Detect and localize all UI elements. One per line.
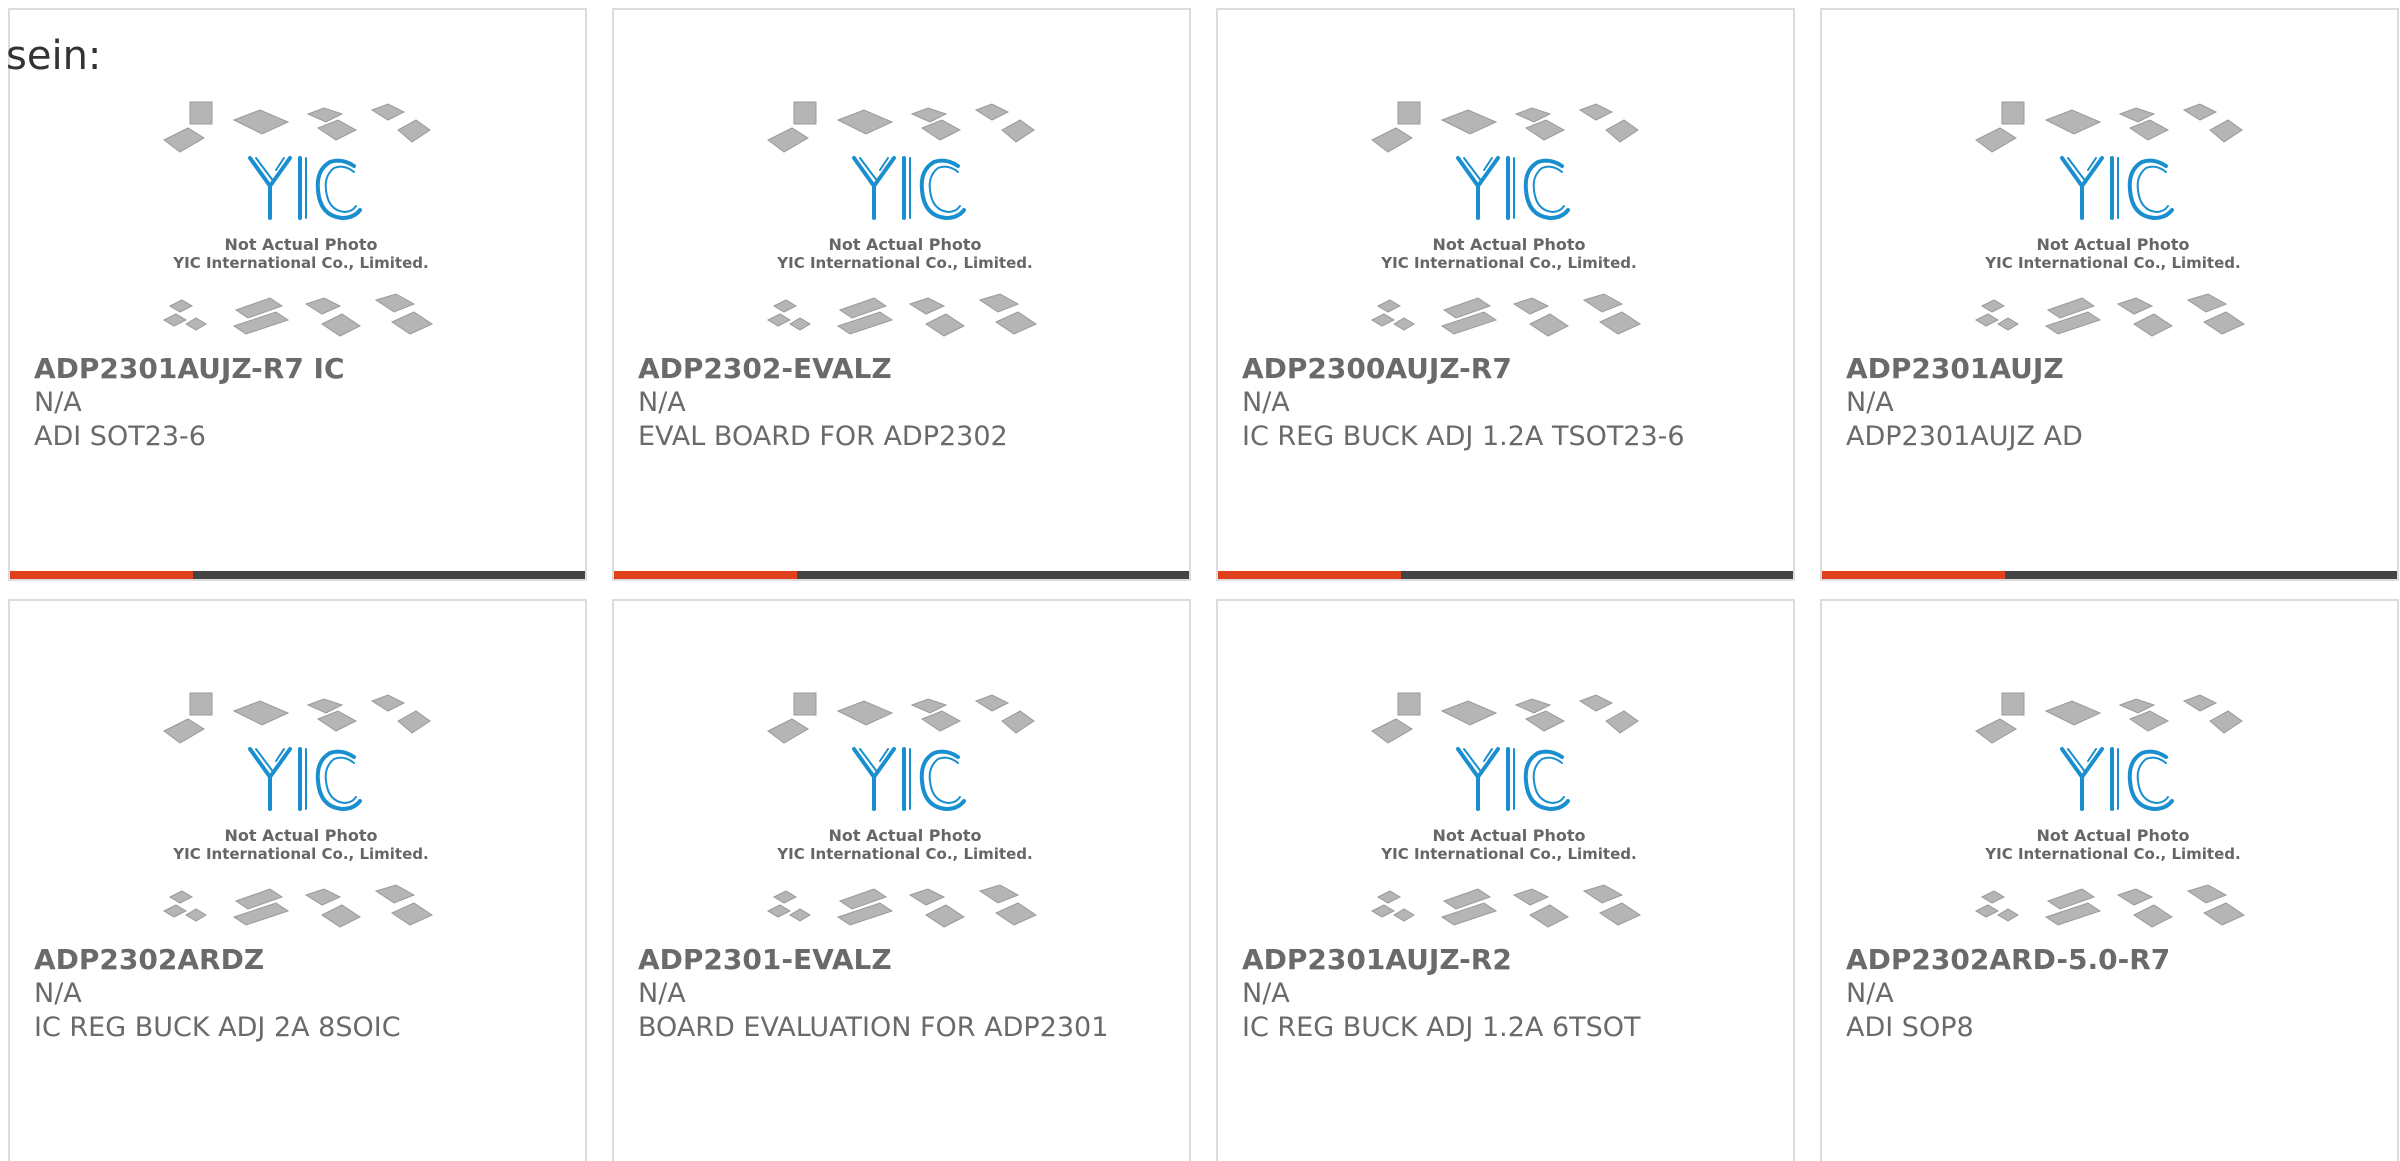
not-actual-photo-image: Not Actual Photo YIC International Co., … (1370, 692, 1642, 928)
photo-caption-line1: Not Actual Photo (2036, 826, 2189, 845)
not-actual-photo-image: Not Actual Photo YIC International Co., … (766, 692, 1038, 928)
product-photo[interactable]: Not Actual Photo YIC International Co., … (160, 100, 442, 350)
not-actual-photo-image: Not Actual Photo YIC International Co., … (1370, 101, 1642, 337)
product-info: ADP2301AUJZ-R2 N/A IC REG BUCK ADJ 1.2A … (1242, 943, 1772, 1045)
product-card[interactable]: Not Actual Photo YIC International Co., … (8, 599, 587, 1161)
description: IC REG BUCK ADJ 1.2A 6TSOT (1242, 1012, 1641, 1043)
part-number[interactable]: ADP2301-EVALZ (638, 943, 1168, 977)
product-card[interactable]: Not Actual Photo YIC International Co., … (612, 8, 1191, 581)
card-bottom-bar (1822, 571, 2397, 579)
card-accent-bar (1822, 571, 2005, 579)
product-card[interactable]: Not Actual Photo YIC International Co., … (1820, 599, 2399, 1161)
manufacturer: N/A (638, 978, 686, 1009)
product-info: ADP2302ARDZ N/A IC REG BUCK ADJ 2A 8SOIC (34, 943, 564, 1045)
manufacturer: N/A (1846, 387, 1894, 418)
manufacturer: N/A (34, 387, 82, 418)
card-accent-bar (614, 571, 797, 579)
photo-caption-line2: YIC International Co., Limited. (172, 254, 428, 272)
part-number[interactable]: ADP2301AUJZ (1846, 352, 2376, 386)
description: ADI SOP8 (1846, 1012, 1974, 1043)
not-actual-photo-image: Not Actual Photo YIC International Co., … (162, 692, 434, 928)
product-photo[interactable]: Not Actual Photo YIC International Co., … (764, 100, 1046, 350)
not-actual-photo-image: Not Actual Photo YIC International Co., … (766, 101, 1038, 337)
description: ADI SOT23-6 (34, 421, 206, 452)
product-info: ADP2302ARD-5.0-R7 N/A ADI SOP8 (1846, 943, 2376, 1045)
part-number[interactable]: ADP2301AUJZ-R7 IC (34, 352, 564, 386)
card-bottom-bar (10, 571, 585, 579)
product-photo[interactable]: Not Actual Photo YIC International Co., … (1972, 691, 2254, 941)
description: BOARD EVALUATION FOR ADP2301 (638, 1012, 1109, 1043)
not-actual-photo-image: Not Actual Photo YIC International Co., … (1974, 692, 2246, 928)
photo-caption-line1: Not Actual Photo (2036, 235, 2189, 254)
manufacturer: N/A (1242, 978, 1290, 1009)
product-info: ADP2301AUJZ N/A ADP2301AUJZ AD (1846, 352, 2376, 454)
product-info: ADP2302-EVALZ N/A EVAL BOARD FOR ADP2302 (638, 352, 1168, 454)
photo-caption-line1: Not Actual Photo (224, 826, 377, 845)
product-info: ADP2301AUJZ-R7 IC N/A ADI SOT23-6 (34, 352, 564, 454)
part-number[interactable]: ADP2302ARD-5.0-R7 (1846, 943, 2376, 977)
product-info: ADP2300AUJZ-R7 N/A IC REG BUCK ADJ 1.2A … (1242, 352, 1772, 454)
photo-caption-line2: YIC International Co., Limited. (172, 845, 428, 863)
manufacturer: N/A (638, 387, 686, 418)
not-actual-photo-image: Not Actual Photo YIC International Co., … (162, 101, 434, 337)
card-accent-bar (10, 571, 193, 579)
manufacturer: N/A (34, 978, 82, 1009)
photo-caption-line1: Not Actual Photo (1432, 235, 1585, 254)
photo-caption-line2: YIC International Co., Limited. (776, 254, 1032, 272)
product-card[interactable]: Not Actual Photo YIC International Co., … (1216, 8, 1795, 581)
description: EVAL BOARD FOR ADP2302 (638, 421, 1008, 452)
intro-text: sein: (6, 33, 102, 79)
product-card[interactable]: Not Actual Photo YIC International Co., … (8, 8, 587, 581)
product-card[interactable]: Not Actual Photo YIC International Co., … (612, 599, 1191, 1161)
part-number[interactable]: ADP2302ARDZ (34, 943, 564, 977)
part-number[interactable]: ADP2302-EVALZ (638, 352, 1168, 386)
photo-caption-line1: Not Actual Photo (224, 235, 377, 254)
product-photo[interactable]: Not Actual Photo YIC International Co., … (1368, 691, 1650, 941)
not-actual-photo-image: Not Actual Photo YIC International Co., … (1974, 101, 2246, 337)
product-grid: Not Actual Photo YIC International Co., … (8, 8, 2400, 1161)
photo-caption-line2: YIC International Co., Limited. (1984, 845, 2240, 863)
product-info: ADP2301-EVALZ N/A BOARD EVALUATION FOR A… (638, 943, 1168, 1045)
product-card[interactable]: Not Actual Photo YIC International Co., … (1216, 599, 1795, 1161)
photo-caption-line2: YIC International Co., Limited. (776, 845, 1032, 863)
description: IC REG BUCK ADJ 1.2A TSOT23-6 (1242, 421, 1685, 452)
card-accent-bar (1218, 571, 1401, 579)
page: sein: Not Actual Photo YIC International… (0, 0, 2400, 1161)
photo-caption-line2: YIC International Co., Limited. (1984, 254, 2240, 272)
photo-caption-line1: Not Actual Photo (1432, 826, 1585, 845)
product-photo[interactable]: Not Actual Photo YIC International Co., … (764, 691, 1046, 941)
product-photo[interactable]: Not Actual Photo YIC International Co., … (1972, 100, 2254, 350)
part-number[interactable]: ADP2300AUJZ-R7 (1242, 352, 1772, 386)
photo-caption-line2: YIC International Co., Limited. (1380, 254, 1636, 272)
part-number[interactable]: ADP2301AUJZ-R2 (1242, 943, 1772, 977)
description: IC REG BUCK ADJ 2A 8SOIC (34, 1012, 401, 1043)
card-bottom-bar (1218, 571, 1793, 579)
photo-caption-line2: YIC International Co., Limited. (1380, 845, 1636, 863)
product-card[interactable]: Not Actual Photo YIC International Co., … (1820, 8, 2399, 581)
card-bottom-bar (614, 571, 1189, 579)
manufacturer: N/A (1846, 978, 1894, 1009)
description: ADP2301AUJZ AD (1846, 421, 2083, 452)
product-photo[interactable]: Not Actual Photo YIC International Co., … (1368, 100, 1650, 350)
product-photo[interactable]: Not Actual Photo YIC International Co., … (160, 691, 442, 941)
photo-caption-line1: Not Actual Photo (828, 235, 981, 254)
photo-caption-line1: Not Actual Photo (828, 826, 981, 845)
manufacturer: N/A (1242, 387, 1290, 418)
